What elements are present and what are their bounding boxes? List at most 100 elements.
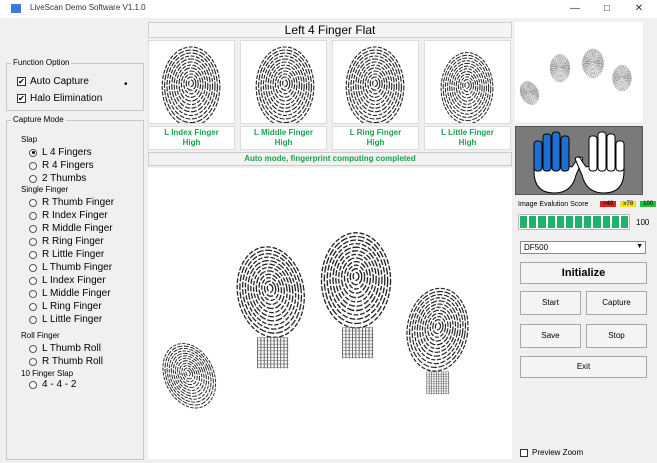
finger-quality: High bbox=[366, 138, 385, 147]
legend-mid: ≥78 bbox=[620, 201, 637, 207]
fingerprint-overview-image bbox=[519, 48, 632, 105]
radio-circle[interactable] bbox=[29, 276, 37, 285]
radio-r-thumb[interactable]: R Thumb Finger bbox=[29, 196, 114, 209]
device-select-value: DF500 bbox=[524, 243, 549, 252]
radio-circle[interactable] bbox=[29, 198, 37, 207]
fingerprint-icon bbox=[255, 46, 315, 127]
radio-r-index[interactable]: R Index Finger bbox=[29, 209, 114, 222]
radio-label: 4 - 4 - 2 bbox=[42, 379, 77, 390]
dot-marker: • bbox=[124, 79, 128, 90]
fingerprint-icon bbox=[345, 46, 405, 127]
score-segment bbox=[602, 216, 610, 228]
finger-name: L Middle Finger bbox=[254, 128, 313, 137]
radio-r-little[interactable]: R Little Finger bbox=[29, 248, 114, 261]
radio-l-index[interactable]: L Index Finger bbox=[29, 274, 114, 287]
overview-preview bbox=[515, 22, 643, 122]
radio-l-thumb-roll[interactable]: L Thumb Roll bbox=[29, 342, 103, 355]
close-button[interactable]: ✕ bbox=[624, 1, 654, 17]
fingerprint-icon bbox=[440, 52, 494, 125]
minimize-button[interactable]: — bbox=[560, 1, 590, 17]
finger-quality: High bbox=[182, 138, 201, 147]
radio-circle[interactable] bbox=[29, 380, 37, 389]
score-segment bbox=[584, 216, 592, 228]
score-segment bbox=[529, 216, 537, 228]
roll-finger-label: Roll Finger bbox=[21, 331, 60, 340]
radio-circle[interactable] bbox=[29, 237, 37, 246]
radio-l-middle[interactable]: L Middle Finger bbox=[29, 287, 114, 300]
roll-finger-options: L Thumb Roll R Thumb Roll bbox=[29, 342, 103, 368]
radio-l4-fingers[interactable]: L 4 Fingers bbox=[29, 146, 94, 159]
auto-capture-checkbox[interactable]: ✔ Auto Capture bbox=[17, 76, 89, 87]
radio-r-thumb-roll[interactable]: R Thumb Roll bbox=[29, 355, 103, 368]
slap-fingerprint-image bbox=[162, 232, 469, 409]
finger-quality: High bbox=[458, 138, 477, 147]
capture-mode-title: Capture Mode bbox=[11, 115, 66, 124]
score-segment bbox=[593, 216, 601, 228]
finger-label-l-little: L Little Finger High bbox=[424, 126, 511, 150]
window-title: LiveScan Demo Software V1.1.0 bbox=[30, 3, 146, 12]
radio-label: R Middle Finger bbox=[42, 223, 113, 234]
finger-name: L Index Finger bbox=[164, 128, 219, 137]
radio-label: R Little Finger bbox=[42, 249, 105, 260]
capture-button[interactable]: Capture bbox=[586, 291, 647, 315]
radio-circle[interactable] bbox=[29, 224, 37, 233]
radio-r-middle[interactable]: R Middle Finger bbox=[29, 222, 114, 235]
ten-finger-options: 4 - 4 - 2 bbox=[29, 378, 76, 391]
single-finger-options: R Thumb Finger R Index Finger R Middle F… bbox=[29, 196, 114, 326]
radio-4-4-2[interactable]: 4 - 4 - 2 bbox=[29, 378, 76, 391]
radio-circle[interactable] bbox=[29, 289, 37, 298]
radio-circle[interactable] bbox=[29, 148, 37, 157]
radio-circle[interactable] bbox=[29, 263, 37, 272]
radio-l-ring[interactable]: L Ring Finger bbox=[29, 300, 114, 313]
chevron-down-icon[interactable]: ▼ bbox=[636, 243, 643, 250]
radio-label: L Thumb Roll bbox=[42, 343, 101, 354]
stop-button[interactable]: Stop bbox=[586, 324, 647, 348]
radio-l-thumb[interactable]: L Thumb Finger bbox=[29, 261, 114, 274]
radio-label: L Middle Finger bbox=[42, 288, 111, 299]
device-select[interactable]: DF500 ▼ bbox=[520, 241, 646, 254]
halo-elimination-checkbox[interactable]: ✔ Halo Elimination bbox=[17, 93, 102, 104]
function-option-title: Function Option bbox=[11, 58, 72, 67]
radio-2-thumbs[interactable]: 2 Thumbs bbox=[29, 172, 94, 185]
slap-options: L 4 Fingers R 4 Fingers 2 Thumbs bbox=[29, 146, 94, 185]
app-icon bbox=[10, 3, 22, 14]
start-button[interactable]: Start bbox=[520, 291, 581, 315]
title-bar: LiveScan Demo Software V1.1.0 — □ ✕ bbox=[0, 0, 657, 18]
radio-circle[interactable] bbox=[29, 315, 37, 324]
thumb-l-little bbox=[424, 40, 511, 125]
radio-r4-fingers[interactable]: R 4 Fingers bbox=[29, 159, 94, 172]
radio-l-little[interactable]: L Little Finger bbox=[29, 313, 114, 326]
preview-zoom-label: Preview Zoom bbox=[532, 448, 584, 457]
legend-low: <40 bbox=[600, 201, 617, 207]
hand-icon bbox=[516, 127, 642, 194]
checkbox-box[interactable] bbox=[520, 448, 528, 457]
radio-circle[interactable] bbox=[29, 302, 37, 311]
page-title: Left 4 Finger Flat bbox=[148, 22, 512, 38]
radio-circle[interactable] bbox=[29, 161, 37, 170]
radio-circle[interactable] bbox=[29, 250, 37, 259]
initialize-button[interactable]: Initialize bbox=[520, 262, 647, 284]
checkbox-box[interactable]: ✔ bbox=[17, 77, 26, 86]
score-segment bbox=[565, 216, 574, 228]
maximize-button[interactable]: □ bbox=[592, 1, 622, 17]
radio-circle[interactable] bbox=[29, 344, 37, 353]
radio-circle[interactable] bbox=[29, 357, 37, 366]
ten-finger-slap-label: 10 Finger Slap bbox=[21, 369, 74, 378]
exit-button[interactable]: Exit bbox=[520, 356, 647, 378]
thumb-l-ring bbox=[332, 40, 419, 127]
checkbox-box[interactable]: ✔ bbox=[17, 94, 26, 103]
radio-r-ring[interactable]: R Ring Finger bbox=[29, 235, 114, 248]
score-segment bbox=[620, 216, 629, 228]
finger-label-l-ring: L Ring Finger High bbox=[332, 126, 419, 150]
status-message: Auto mode, fingerprint computing complet… bbox=[148, 152, 512, 166]
thumb-l-index bbox=[148, 40, 235, 127]
finger-quality: High bbox=[274, 138, 293, 147]
thumb-l-middle bbox=[240, 40, 327, 127]
score-segment bbox=[611, 216, 619, 228]
capture-mode-group: Capture Mode Slap L 4 Fingers R 4 Finger… bbox=[6, 115, 144, 460]
preview-zoom-checkbox[interactable]: Preview Zoom bbox=[520, 448, 583, 457]
radio-circle[interactable] bbox=[29, 211, 37, 220]
save-button[interactable]: Save bbox=[520, 324, 581, 348]
radio-label: R 4 Fingers bbox=[42, 160, 94, 171]
radio-circle[interactable] bbox=[29, 174, 37, 183]
